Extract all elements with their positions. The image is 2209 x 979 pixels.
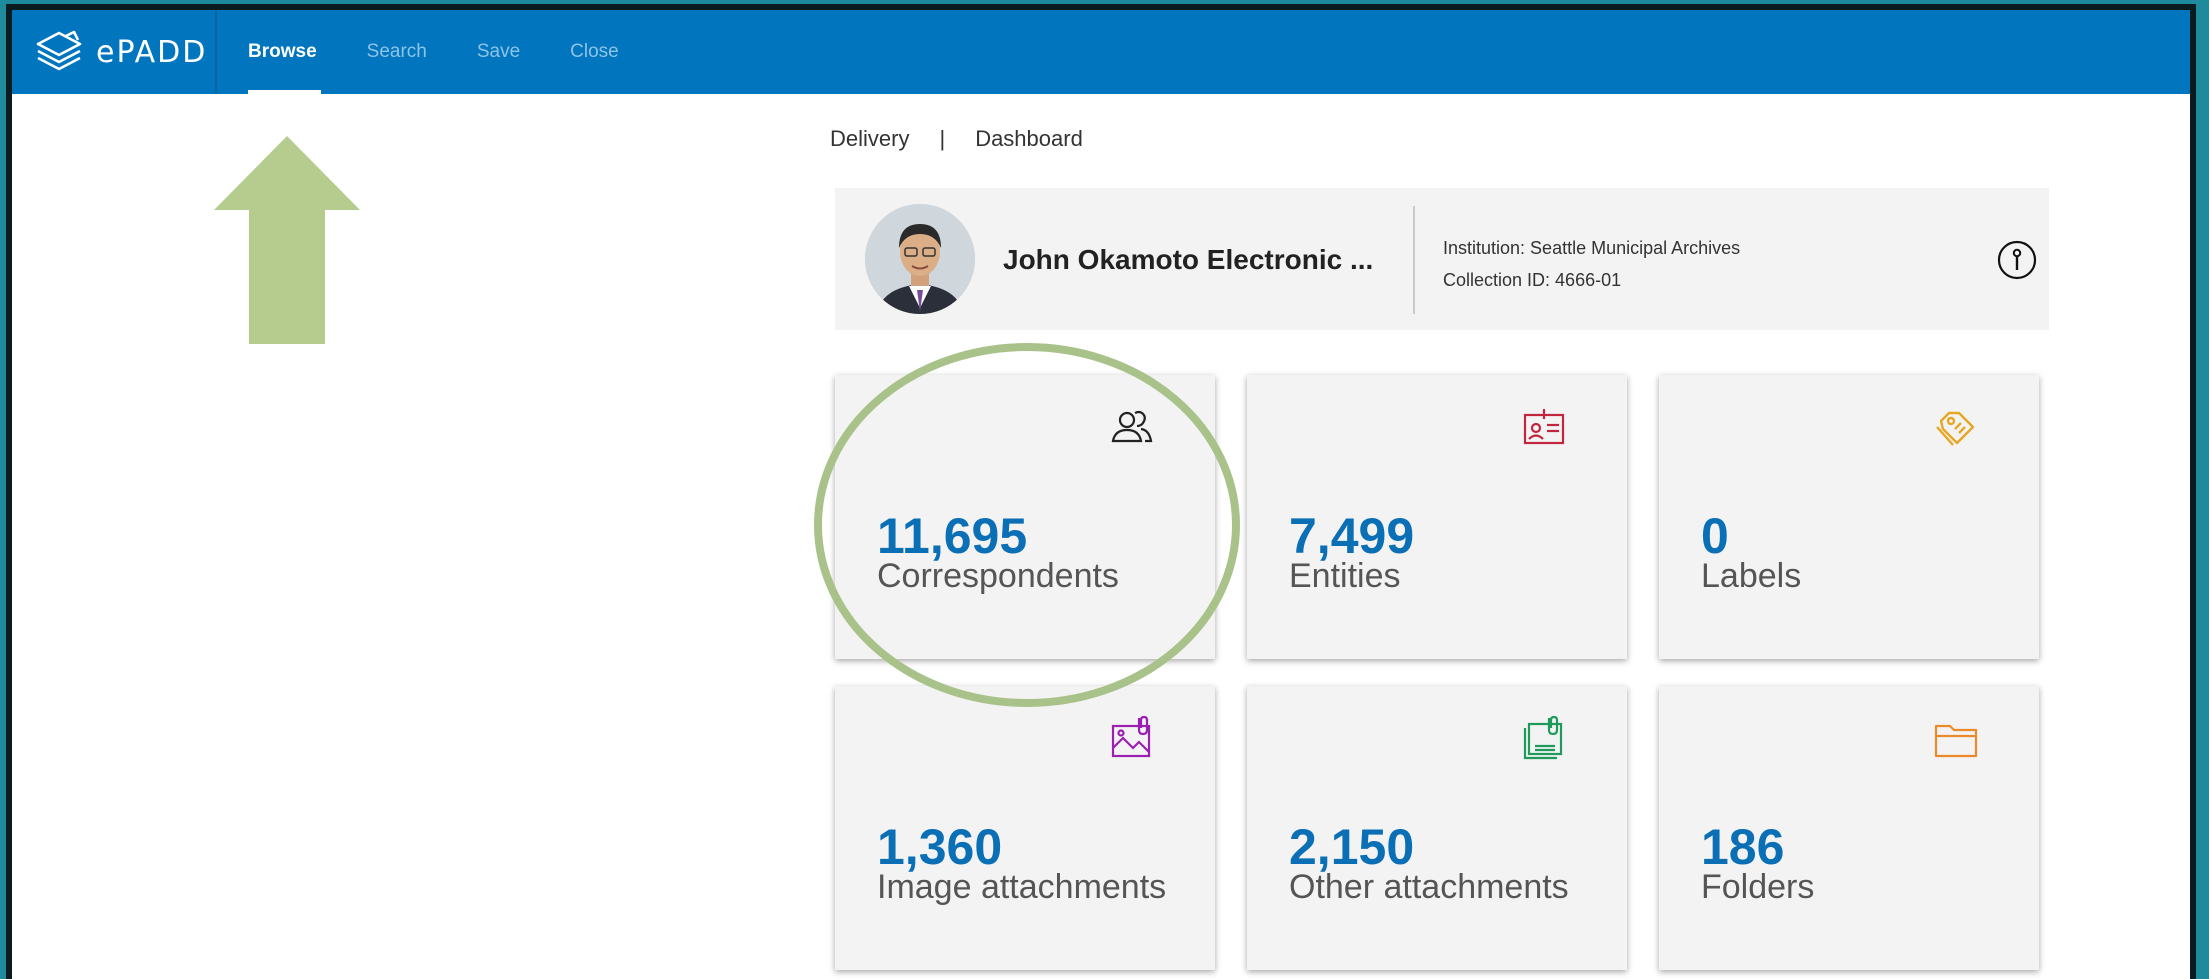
logo-text: ePADD [96,34,208,70]
entities-icon [1523,409,1565,445]
breadcrumb-separator: | [939,126,946,151]
folders-icon [1934,724,1978,758]
other-attachments-icon [1523,715,1563,760]
tile-label: Image attachments [877,868,1167,906]
breadcrumb: Delivery | Dashboard [830,126,1083,152]
tile-image-attachments[interactable]: 1,360 Image attachments [835,686,1215,970]
tile-label: Labels [1701,557,1802,595]
nav-save[interactable]: Save [477,10,520,94]
nav-search[interactable]: Search [367,10,427,94]
portrait-image [865,204,975,314]
tile-label: Other attachments [1289,868,1569,906]
collection-avatar [865,204,975,314]
collection-title: John Okamoto Electronic ... [1003,244,1374,275]
collection-meta: Institution: Seattle Municipal Archives … [1443,232,1740,296]
header-divider [1413,206,1415,314]
tile-label: Folders [1701,868,1815,906]
labels-icon [1936,411,1975,446]
institution-text: Institution: Seattle Municipal Archives [1443,238,1741,258]
main-nav: Browse Search Save Close [248,10,669,94]
app-window: ePADD Browse Search Save Close Delivery … [6,4,2196,979]
tile-label: Entities [1289,557,1401,595]
tile-entities[interactable]: 7,499 Entities [1247,375,1627,659]
info-icon[interactable] [1997,240,2037,280]
annotation-circle [814,343,1240,707]
collection-id-text: Collection ID: 4666-01 [1443,270,1622,290]
layers-icon [36,30,82,71]
top-navigation-bar: ePADD Browse Search Save Close [12,10,2190,94]
nav-close[interactable]: Close [570,10,619,94]
tile-folders[interactable]: 186 Folders [1659,686,2039,970]
breadcrumb-dashboard[interactable]: Dashboard [975,126,1083,152]
collection-header: John Okamoto Electronic ... Institution:… [835,188,2049,330]
image-attachments-icon [1111,715,1151,758]
tile-labels[interactable]: 0 Labels [1659,375,2039,659]
nav-browse[interactable]: Browse [248,10,321,94]
epadd-logo[interactable]: ePADD [12,10,217,94]
tile-other-attachments[interactable]: 2,150 Other attachments [1247,686,1627,970]
annotation-arrow [214,136,360,344]
breadcrumb-delivery[interactable]: Delivery [830,126,909,152]
